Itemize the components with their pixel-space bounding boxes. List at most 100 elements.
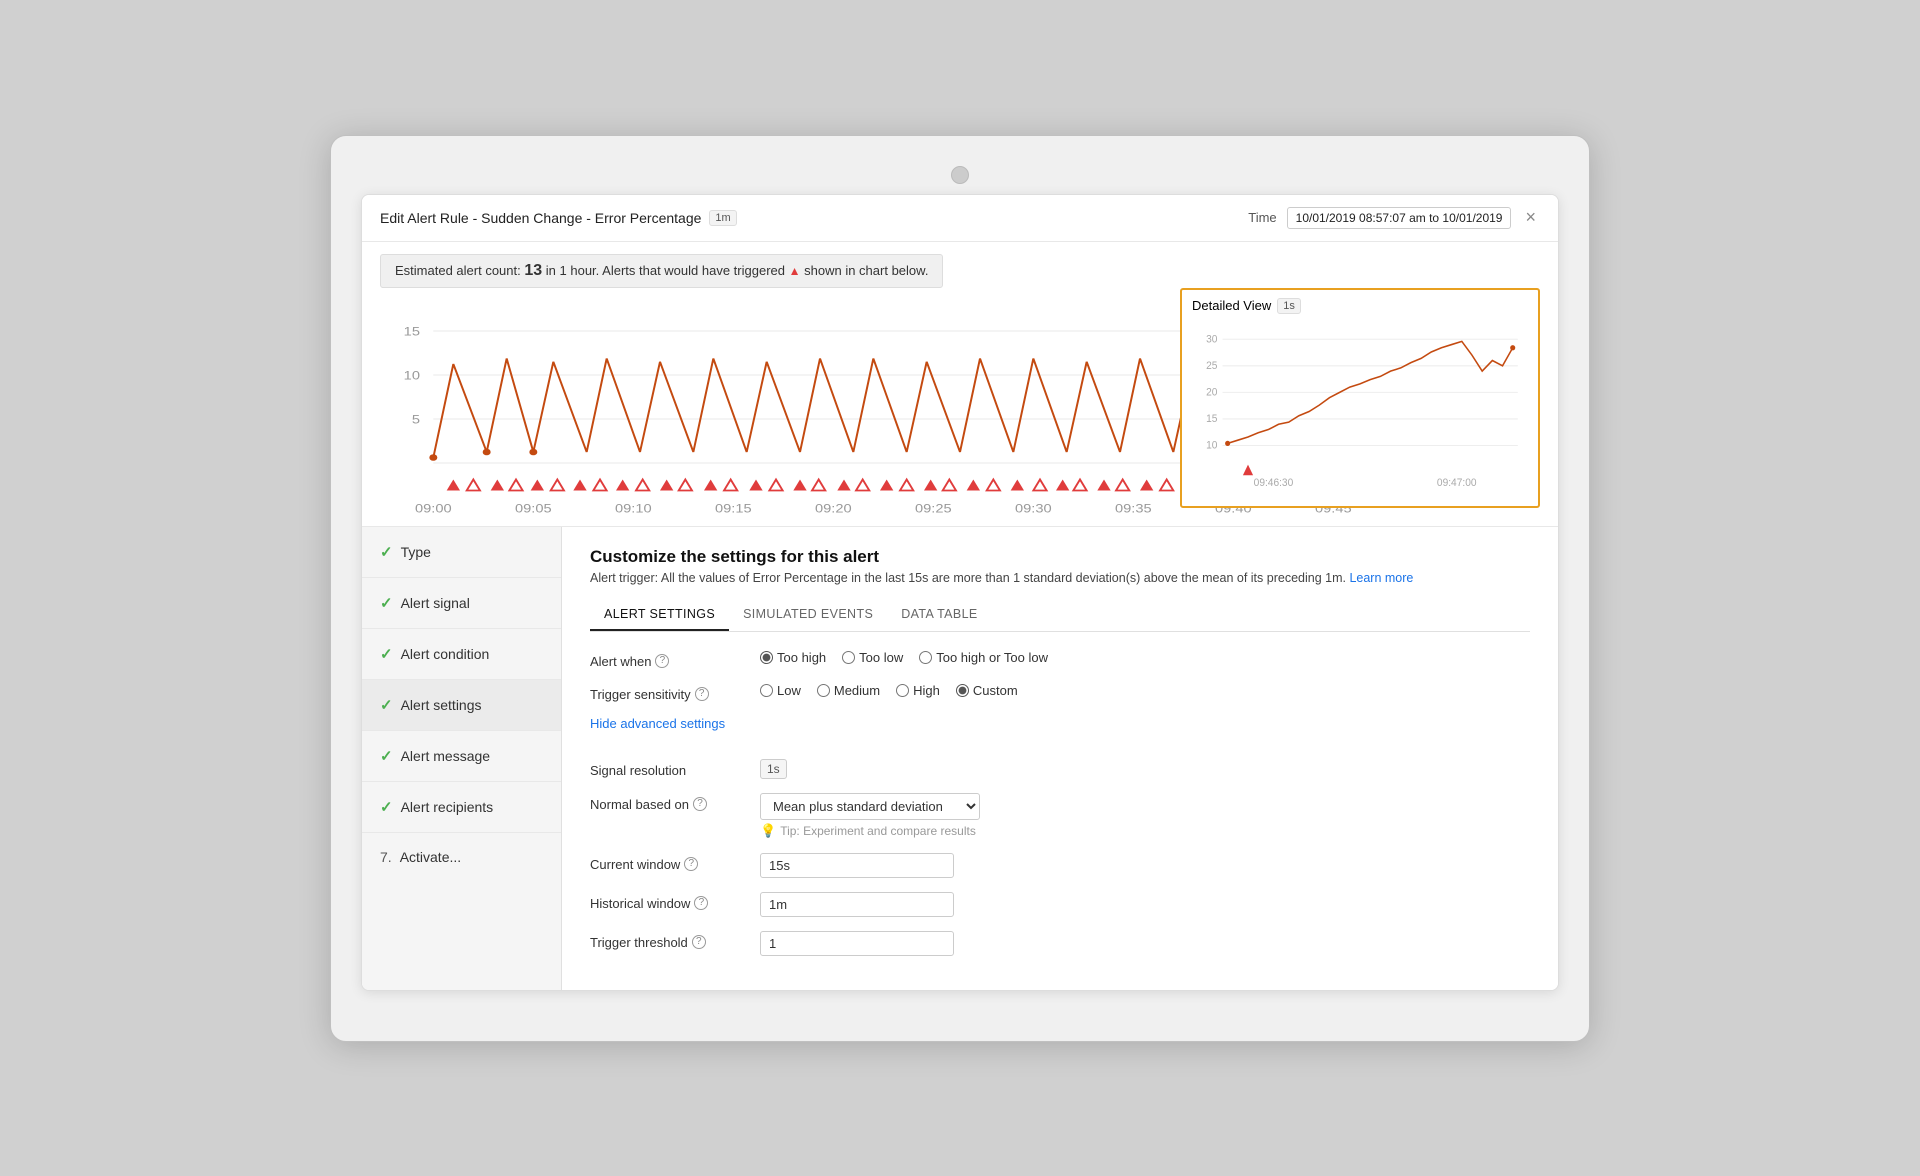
svg-text:15: 15 <box>1206 413 1218 424</box>
sidebar-check-alert-message: ✓ <box>380 747 393 765</box>
radio-low[interactable]: Low <box>760 683 801 698</box>
sidebar-label-alert-signal: Alert signal <box>401 595 470 611</box>
trigger-threshold-help-icon[interactable]: ? <box>692 935 706 949</box>
sidebar-label-alert-settings: Alert settings <box>401 697 482 713</box>
section-subtitle-text: Alert trigger: All the values of Error P… <box>590 571 1346 585</box>
alert-count-end: shown in chart below. <box>804 263 928 278</box>
alert-count-number: 13 <box>524 262 542 279</box>
detailed-view-header: Detailed View 1s <box>1192 298 1528 314</box>
svg-text:09:00: 09:00 <box>415 501 452 514</box>
sidebar-item-alert-message[interactable]: ✓ Alert message <box>362 731 561 782</box>
sidebar-item-activate[interactable]: 7. Activate... <box>362 833 561 881</box>
modal-title-badge: 1m <box>709 210 736 226</box>
tip-text-content: Tip: Experiment and compare results <box>780 824 976 838</box>
trigger-sensitivity-label: Trigger sensitivity ? <box>590 683 760 702</box>
sidebar-item-alert-recipients[interactable]: ✓ Alert recipients <box>362 782 561 833</box>
tabs: ALERT SETTINGS SIMULATED EVENTS DATA TAB… <box>590 599 1530 632</box>
current-window-help-icon[interactable]: ? <box>684 857 698 871</box>
modal-header-right: Time 10/01/2019 08:57:07 am to 10/01/201… <box>1248 207 1540 229</box>
trigger-sensitivity-options: Low Medium High Custom <box>760 683 1018 698</box>
alert-when-help-icon[interactable]: ? <box>655 654 669 668</box>
sidebar-check-type: ✓ <box>380 543 393 561</box>
signal-resolution-label: Signal resolution <box>590 759 760 778</box>
time-label: Time <box>1248 210 1276 225</box>
detailed-view-label: Detailed View <box>1192 298 1271 313</box>
tip-text: 💡 Tip: Experiment and compare results <box>760 823 980 839</box>
tip-icon: 💡 <box>760 823 776 839</box>
current-window-label: Current window ? <box>590 853 760 872</box>
tab-alert-settings[interactable]: ALERT SETTINGS <box>590 599 729 631</box>
detailed-chart-svg: 30 25 20 15 10 09:46:30 <box>1192 318 1528 488</box>
sidebar-item-alert-condition[interactable]: ✓ Alert condition <box>362 629 561 680</box>
time-value: 10/01/2019 08:57:07 am to 10/01/2019 <box>1287 207 1512 229</box>
svg-text:15: 15 <box>404 324 420 337</box>
historical-window-help-icon[interactable]: ? <box>694 896 708 910</box>
alert-when-row: Alert when ? Too high Too low <box>590 650 1530 669</box>
trigger-threshold-input[interactable]: 1 <box>760 931 954 956</box>
svg-text:20: 20 <box>1206 387 1218 398</box>
normal-based-on-select[interactable]: Mean plus standard deviation Percentile <box>760 793 980 820</box>
normal-based-on-help-icon[interactable]: ? <box>693 797 707 811</box>
historical-window-row: Historical window ? 1m <box>590 892 1530 917</box>
sidebar-num-activate: 7. <box>380 849 392 865</box>
hide-advanced-settings-row: Hide advanced settings <box>590 716 1530 745</box>
normal-based-on-select-wrapper: Mean plus standard deviation Percentile … <box>760 793 980 839</box>
learn-more-link[interactable]: Learn more <box>1349 571 1413 585</box>
modal-title-text: Edit Alert Rule - Sudden Change - Error … <box>380 210 701 226</box>
alert-when-options: Too high Too low Too high or Too low <box>760 650 1048 665</box>
radio-custom[interactable]: Custom <box>956 683 1018 698</box>
sidebar-check-alert-settings: ✓ <box>380 696 393 714</box>
detailed-view-badge: 1s <box>1277 298 1301 314</box>
svg-text:09:35: 09:35 <box>1115 501 1152 514</box>
sidebar-item-type[interactable]: ✓ Type <box>362 527 561 578</box>
sidebar-check-alert-recipients: ✓ <box>380 798 393 816</box>
section-title: Customize the settings for this alert <box>590 547 1530 567</box>
svg-text:09:10: 09:10 <box>615 501 652 514</box>
modal-header: Edit Alert Rule - Sudden Change - Error … <box>362 195 1558 242</box>
radio-medium[interactable]: Medium <box>817 683 880 698</box>
svg-text:5: 5 <box>412 412 420 425</box>
chart-container: 15 10 5 <box>380 298 1540 518</box>
normal-based-on-row: Normal based on ? Mean plus standard dev… <box>590 793 1530 839</box>
sidebar-label-alert-recipients: Alert recipients <box>401 799 494 815</box>
modal: Edit Alert Rule - Sudden Change - Error … <box>361 194 1559 991</box>
alert-count-suffix: in 1 hour. Alerts that would have trigge… <box>546 263 785 278</box>
modal-title: Edit Alert Rule - Sudden Change - Error … <box>380 210 737 226</box>
svg-text:10: 10 <box>404 368 420 381</box>
sidebar-item-alert-signal[interactable]: ✓ Alert signal <box>362 578 561 629</box>
radio-too-high-or-too-low[interactable]: Too high or Too low <box>919 650 1048 665</box>
close-button[interactable]: × <box>1521 207 1540 228</box>
current-window-input[interactable]: 15s <box>760 853 954 878</box>
svg-text:25: 25 <box>1206 360 1218 371</box>
svg-text:09:15: 09:15 <box>715 501 752 514</box>
tab-data-table[interactable]: DATA TABLE <box>887 599 991 631</box>
svg-text:30: 30 <box>1206 334 1218 345</box>
radio-too-low[interactable]: Too low <box>842 650 903 665</box>
trigger-sensitivity-help-icon[interactable]: ? <box>695 687 709 701</box>
svg-text:09:05: 09:05 <box>515 501 552 514</box>
main-content: Customize the settings for this alert Al… <box>562 527 1558 990</box>
tab-simulated-events[interactable]: SIMULATED EVENTS <box>729 599 887 631</box>
historical-window-label: Historical window ? <box>590 892 760 911</box>
current-window-row: Current window ? 15s <box>590 853 1530 878</box>
historical-window-input[interactable]: 1m <box>760 892 954 917</box>
sidebar-label-alert-condition: Alert condition <box>401 646 490 662</box>
signal-resolution-row: Signal resolution 1s <box>590 759 1530 779</box>
alert-count-bar: Estimated alert count: 13 in 1 hour. Ale… <box>380 254 943 288</box>
signal-resolution-value: 1s <box>760 759 787 779</box>
chart-section: Estimated alert count: 13 in 1 hour. Ale… <box>362 242 1558 526</box>
radio-high[interactable]: High <box>896 683 940 698</box>
laptop-notch <box>951 166 969 184</box>
alert-when-label: Alert when ? <box>590 650 760 669</box>
sidebar-label-activate: Activate... <box>400 849 461 865</box>
trigger-sensitivity-row: Trigger sensitivity ? Low Medium <box>590 683 1530 702</box>
trigger-threshold-row: Trigger threshold ? 1 <box>590 931 1530 956</box>
sidebar: ✓ Type ✓ Alert signal ✓ Alert condition … <box>362 527 562 990</box>
svg-text:09:25: 09:25 <box>915 501 952 514</box>
sidebar-item-alert-settings[interactable]: ✓ Alert settings <box>362 680 561 731</box>
svg-text:10: 10 <box>1206 440 1218 451</box>
svg-text:09:30: 09:30 <box>1015 501 1052 514</box>
hide-advanced-link[interactable]: Hide advanced settings <box>590 716 725 731</box>
normal-based-on-label: Normal based on ? <box>590 793 760 812</box>
radio-too-high[interactable]: Too high <box>760 650 826 665</box>
